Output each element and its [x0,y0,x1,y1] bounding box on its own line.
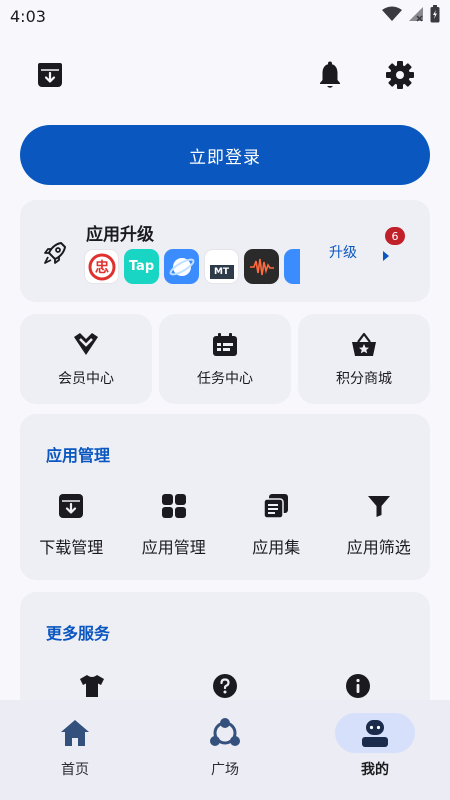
download-manager-item[interactable]: 下载管理 [20,492,123,558]
apps-grid-icon [161,492,187,520]
upgrade-button[interactable]: 升级 [329,242,357,262]
login-button[interactable]: 立即登录 [20,125,430,185]
vip-diamond-icon [72,332,100,358]
vip-center-label: 会员中心 [58,371,114,387]
app-filter-item[interactable]: 应用筛选 [328,492,431,558]
app-icon-mt-manager: MT [204,249,239,284]
top-bar [0,55,450,95]
collection-icon [263,492,289,520]
app-manager-label: 应用管理 [141,538,206,557]
svg-text:忠: 忠 [95,260,109,276]
task-center-label: 任务中心 [197,371,253,387]
app-icon-browser [164,249,199,284]
nav-mine-label: 我的 [361,762,389,778]
bell-icon[interactable] [312,57,348,93]
status-time: 4:03 [10,6,46,26]
help-circle-icon[interactable] [211,672,239,700]
task-center-card[interactable]: 任务中心 [159,314,291,404]
upgrade-title: 应用升级 [86,225,154,245]
signal-icon [408,6,424,26]
rocket-icon [42,240,68,270]
nav-square-label: 广场 [211,762,239,778]
upgrade-count-badge: 6 [385,227,405,245]
bottom-navigation: 首页 广场 我的 [0,700,450,800]
more-services-title: 更多服务 [46,624,111,643]
info-circle-icon[interactable] [344,672,372,700]
home-icon [35,713,115,753]
shopping-basket-star-icon [351,332,377,358]
nav-mine[interactable]: 我的 [300,700,450,800]
wifi-icon [382,6,402,26]
app-manager-item[interactable]: 应用管理 [123,492,226,558]
app-icon-taptap: Tap [124,249,159,284]
task-calendar-icon [212,332,238,358]
app-filter-label: 应用筛选 [346,538,411,557]
gear-icon[interactable] [382,57,418,93]
points-mall-label: 积分商城 [336,371,392,387]
app-icon-partial [284,249,300,284]
battery-icon [430,5,440,27]
app-collection-label: 应用集 [252,538,301,557]
upgrade-app-icons: 忠 Tap MT [84,249,300,285]
nav-home[interactable]: 首页 [0,700,150,800]
community-icon [185,713,265,753]
status-bar: 4:03 [0,0,450,32]
app-collection-item[interactable]: 应用集 [225,492,328,558]
nav-square[interactable]: 广场 [150,700,300,800]
download-manager-label: 下载管理 [39,538,104,557]
profile-icon [335,713,415,753]
app-management-card: 应用管理 下载管理 应用管理 应用集 应用筛选 [20,414,430,580]
vip-center-card[interactable]: 会员中心 [20,314,152,404]
download-box-icon [58,492,84,520]
app-icon-12306: 忠 [84,249,119,284]
tshirt-icon[interactable] [78,672,106,700]
chevron-right-icon [382,246,390,265]
download-box-icon[interactable] [32,57,68,93]
filter-icon [367,492,391,520]
app-icon-recorder [244,249,279,284]
points-mall-card[interactable]: 积分商城 [298,314,430,404]
app-management-title: 应用管理 [46,446,111,465]
nav-home-label: 首页 [61,762,89,778]
app-upgrade-card[interactable]: 应用升级 忠 Tap MT 升级 6 [20,200,430,302]
